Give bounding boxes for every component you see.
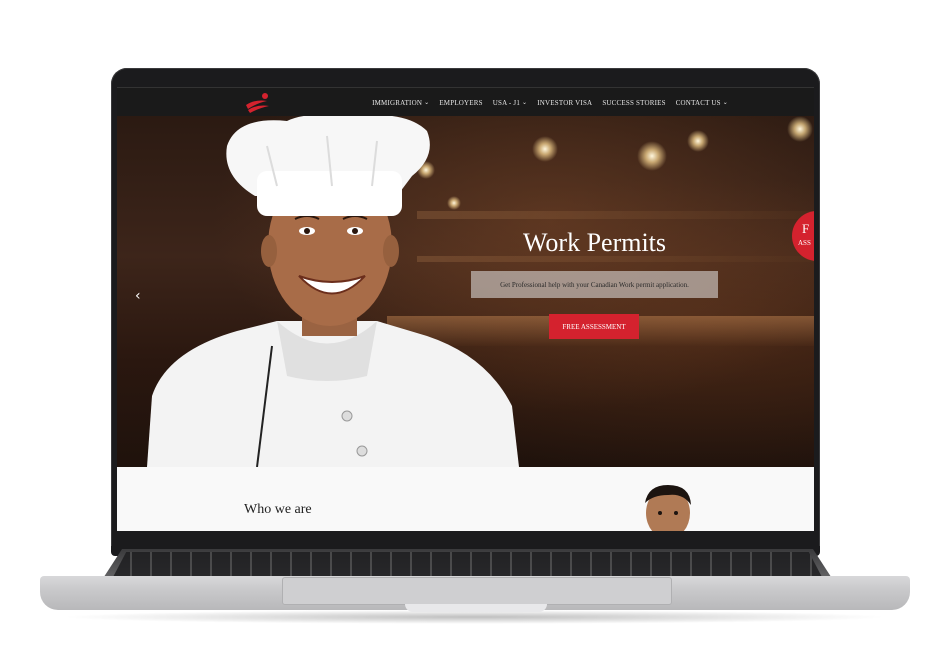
chevron-down-icon: ⌄: [522, 100, 528, 106]
nav-item-label: INVESTOR VISA: [537, 98, 593, 107]
nav-item-label: SUCCESS STORIES: [602, 98, 666, 107]
hero-slider: ‹ Work Permits Get Professional help wit…: [117, 116, 814, 467]
laptop-screen: IMMIGRATION ⌄ EMPLOYERS USA - J1 ⌄ INVES…: [117, 87, 814, 531]
nav-item-label: USA - J1: [492, 98, 521, 107]
nav-item-label: EMPLOYERS: [439, 98, 483, 107]
free-assessment-button[interactable]: FREE ASSESSMENT: [549, 314, 639, 339]
hero-title: Work Permits: [522, 228, 667, 257]
hero-subtitle: Get Professional help with your Canadian…: [500, 280, 689, 289]
slider-prev-arrow[interactable]: ‹: [135, 288, 141, 304]
ceiling-light: [787, 116, 813, 142]
nav-item-employers[interactable]: EMPLOYERS: [439, 99, 482, 107]
ceiling-light: [637, 141, 667, 171]
hero-subtitle-box: Get Professional help with your Canadian…: [471, 271, 718, 298]
ceiling-light: [687, 130, 709, 152]
logo-icon[interactable]: [243, 91, 273, 115]
nav-item-immigration[interactable]: IMMIGRATION ⌄: [372, 99, 429, 107]
who-we-are-section: Who we are: [117, 467, 814, 531]
chevron-down-icon: ⌄: [722, 100, 728, 106]
team-member-photo: [645, 485, 691, 531]
nav-item-label: IMMIGRATION: [372, 98, 423, 107]
laptop-shadow: [60, 610, 890, 624]
nav-menu: IMMIGRATION ⌄ EMPLOYERS USA - J1 ⌄ INVES…: [372, 88, 728, 117]
badge-text: ASS: [798, 239, 811, 247]
nav-item-investor-visa[interactable]: INVESTOR VISA: [537, 99, 592, 107]
badge-letter: F: [802, 221, 810, 236]
trackpad: [282, 577, 672, 605]
nav-item-label: CONTACT US: [675, 98, 721, 107]
section-heading: Who we are: [244, 502, 312, 517]
nav-item-contact-us[interactable]: CONTACT US ⌄: [676, 99, 728, 107]
nav-item-success-stories[interactable]: SUCCESS STORIES: [602, 99, 665, 107]
keyboard: [112, 552, 823, 579]
chevron-down-icon: ⌄: [424, 100, 430, 106]
top-navbar: IMMIGRATION ⌄ EMPLOYERS USA - J1 ⌄ INVES…: [117, 87, 814, 117]
nav-item-usa-j1[interactable]: USA - J1 ⌄: [493, 99, 528, 107]
laptop-lip: [405, 604, 547, 612]
